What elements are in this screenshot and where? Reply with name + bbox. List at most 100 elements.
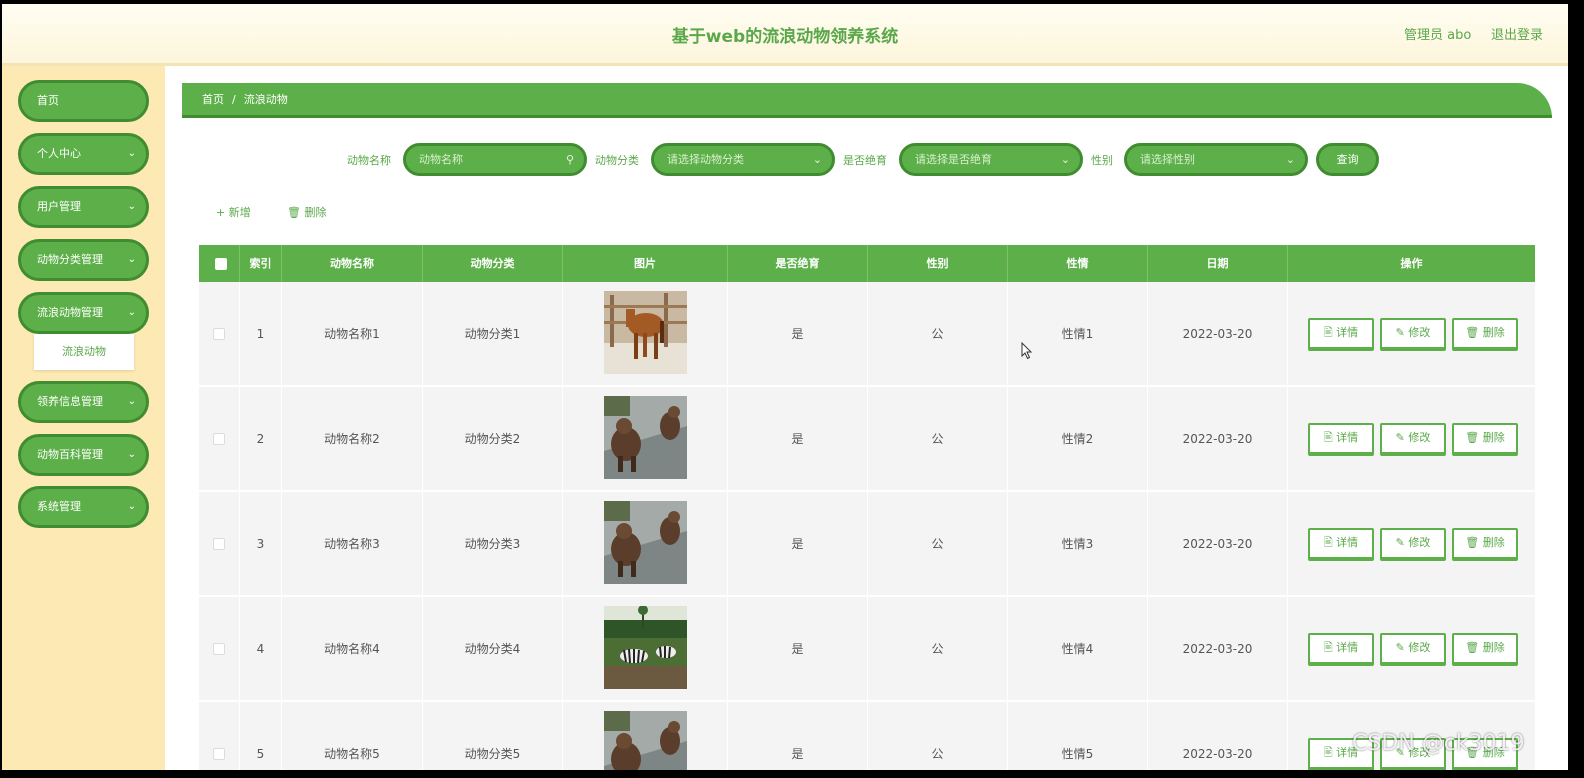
animal-photo xyxy=(604,291,687,374)
gender-cell: 公 xyxy=(868,387,1008,491)
edit-button[interactable]: ✎ 修改 xyxy=(1380,633,1446,666)
breadcrumb: 首页 / 流浪动物 xyxy=(182,83,1552,118)
category-select[interactable]: 请选择动物分类 ⌄ xyxy=(651,143,835,176)
logout-link[interactable]: 退出登录 xyxy=(1491,24,1543,43)
detail-label: 详情 xyxy=(1336,536,1359,549)
edit-label: 修改 xyxy=(1408,431,1431,444)
detail-label: 详情 xyxy=(1336,641,1359,654)
animal-name-cell: 动物名称1 xyxy=(282,282,423,386)
gender-label: 性别 xyxy=(1091,154,1113,167)
add-button[interactable]: + 新增 xyxy=(216,204,251,220)
document-icon: 🖹 xyxy=(1323,641,1337,654)
document-icon: 🖹 xyxy=(1323,746,1337,759)
add-label: 新增 xyxy=(228,206,251,219)
gender-select[interactable]: 请选择性别 ⌄ xyxy=(1124,143,1308,176)
animal-name-input[interactable]: 动物名称 ⚲ xyxy=(403,143,587,176)
actions-cell: 🖹 详情 ✎ 修改 🗑 删除 xyxy=(1288,492,1535,596)
trash-icon: 🗑 xyxy=(1465,536,1483,549)
delete-button[interactable]: 🗑 删除 xyxy=(1452,633,1518,666)
header-temper: 性情 xyxy=(1008,245,1148,282)
delete-button[interactable]: 🗑 删除 xyxy=(1452,423,1518,456)
chevron-down-icon: ⌄ xyxy=(127,254,136,265)
edit-button[interactable]: ✎ 修改 xyxy=(1380,423,1446,456)
sidebar-item-personal-center[interactable]: 个人中心 ⌄ xyxy=(18,133,149,175)
sidebar-item-user-management[interactable]: 用户管理 ⌄ xyxy=(18,186,149,228)
delete-label: 删除 xyxy=(1482,431,1505,444)
index-cell: 2 xyxy=(240,387,282,491)
detail-label: 详情 xyxy=(1336,431,1359,444)
breadcrumb-home[interactable]: 首页 xyxy=(202,93,224,106)
delete-button[interactable]: 🗑 删除 xyxy=(1452,528,1518,561)
delete-label: 删除 xyxy=(1482,641,1505,654)
delete-button[interactable]: 🗑 删除 xyxy=(1452,318,1518,351)
photo-cell xyxy=(563,597,728,701)
batch-delete-button[interactable]: 🗑 删除 xyxy=(287,204,326,220)
delete-label: 删除 xyxy=(304,206,327,219)
edit-label: 修改 xyxy=(1408,641,1431,654)
edit-button[interactable]: ✎ 修改 xyxy=(1380,318,1446,351)
pencil-icon: ✎ xyxy=(1395,326,1409,339)
header-actions: 操作 xyxy=(1400,257,1423,270)
animal-photo xyxy=(604,711,687,770)
app-window: 基于web的流浪动物领养系统 管理员 abo 退出登录 首页 个人中心 ⌄ 用户管… xyxy=(2,4,1568,770)
chevron-down-icon: ⌄ xyxy=(127,396,136,407)
breadcrumb-current: 流浪动物 xyxy=(243,93,288,106)
neutered-label: 是否绝育 xyxy=(843,154,887,167)
photo-cell xyxy=(563,282,728,386)
pencil-icon: ✎ xyxy=(1395,641,1409,654)
category-label: 动物分类 xyxy=(595,154,639,167)
chevron-down-icon: ⌄ xyxy=(127,307,136,318)
sidebar-item-label: 个人中心 xyxy=(37,147,81,160)
category-cell: 动物分类1 xyxy=(423,282,563,386)
header: 基于web的流浪动物领养系统 管理员 abo 退出登录 xyxy=(2,4,1568,66)
breadcrumb-separator: / xyxy=(232,93,236,106)
row-checkbox[interactable] xyxy=(213,748,225,760)
header-gender: 性别 xyxy=(868,245,1008,282)
row-checkbox[interactable] xyxy=(213,433,225,445)
sidebar-item-adoption-management[interactable]: 领养信息管理 ⌄ xyxy=(18,381,149,423)
sidebar-item-category-management[interactable]: 动物分类管理 ⌄ xyxy=(18,239,149,281)
query-button[interactable]: 查询 xyxy=(1316,143,1379,176)
index-cell: 5 xyxy=(240,702,282,770)
detail-button[interactable]: 🖹 详情 xyxy=(1308,423,1374,456)
animal-name-cell: 动物名称4 xyxy=(282,597,423,701)
category-cell: 动物分类2 xyxy=(423,387,563,491)
detail-button[interactable]: 🖹 详情 xyxy=(1308,318,1374,351)
neutered-cell: 是 xyxy=(728,387,868,491)
gender-cell: 公 xyxy=(868,597,1008,701)
sidebar-item-system-management[interactable]: 系统管理 ⌄ xyxy=(18,486,149,528)
animal-photo xyxy=(604,501,687,584)
detail-button[interactable]: 🖹 详情 xyxy=(1308,528,1374,561)
select-all-checkbox[interactable] xyxy=(215,258,227,270)
temper-cell: 性情4 xyxy=(1008,597,1148,701)
trash-icon: 🗑 xyxy=(287,206,305,219)
detail-button[interactable]: 🖹 详情 xyxy=(1308,633,1374,666)
trash-icon: 🗑 xyxy=(1465,641,1483,654)
edit-button[interactable]: ✎ 修改 xyxy=(1380,528,1446,561)
index-cell: 4 xyxy=(240,597,282,701)
sidebar-item-encyclopedia-management[interactable]: 动物百科管理 ⌄ xyxy=(18,434,149,476)
header-photo: 图片 xyxy=(563,245,728,282)
neutered-select[interactable]: 请选择是否绝育 ⌄ xyxy=(899,143,1083,176)
delete-label: 删除 xyxy=(1482,536,1505,549)
row-checkbox[interactable] xyxy=(213,538,225,550)
header-date: 日期 xyxy=(1148,245,1288,282)
sidebar-item-label: 首页 xyxy=(37,94,59,107)
animal-name-placeholder: 动物名称 xyxy=(419,153,463,166)
animal-name-label: 动物名称 xyxy=(347,154,391,167)
chevron-down-icon: ⌄ xyxy=(1285,153,1295,166)
table-header: 索引 动物名称 动物分类 图片 是否绝育 性别 性情 日期 操作 xyxy=(199,245,1535,282)
date-cell: 2022-03-20 xyxy=(1148,387,1288,491)
submenu-item-stray-animals[interactable]: 流浪动物 xyxy=(34,334,134,370)
table-row: 2 动物名称2 动物分类2 是公性情2 2022-03-20 🖹 详情 ✎ 修改 🗑 删除 xyxy=(199,387,1535,491)
row-select-cell xyxy=(199,387,240,491)
sidebar-item-label: 领养信息管理 xyxy=(37,395,103,408)
sidebar-item-stray-animal-management[interactable]: 流浪动物管理 ⌄ xyxy=(18,292,149,334)
row-checkbox[interactable] xyxy=(213,328,225,340)
sidebar-item-home[interactable]: 首页 xyxy=(18,80,149,122)
row-checkbox[interactable] xyxy=(213,643,225,655)
neutered-cell: 是 xyxy=(728,702,868,770)
sidebar-item-label: 流浪动物管理 xyxy=(37,306,103,319)
date-cell: 2022-03-20 xyxy=(1148,702,1288,770)
sidebar: 首页 个人中心 ⌄ 用户管理 ⌄ 动物分类管理 ⌄ 流浪动物管理 ⌄ 流浪动物 领养信息… xyxy=(2,66,165,770)
